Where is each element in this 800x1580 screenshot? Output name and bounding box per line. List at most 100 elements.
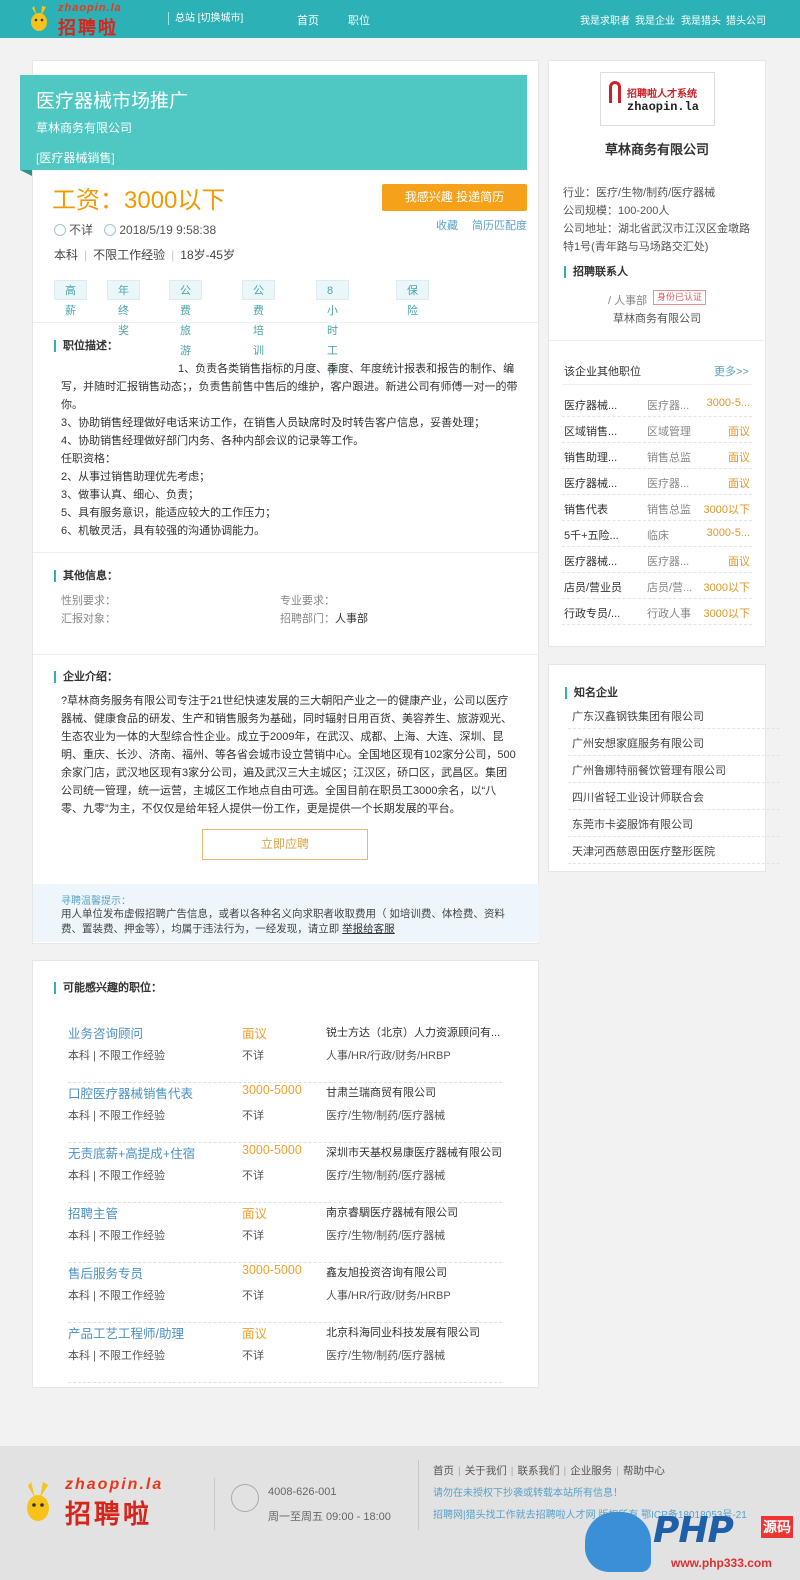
famous-company-link[interactable]: 广东汉鑫钢铁集团有限公司 bbox=[568, 702, 780, 729]
job-description: 1、负责各类销售指标的月度、季度、年度统计报表和报告的制作、编写，并随时汇报销售… bbox=[61, 360, 521, 540]
related-job-title[interactable]: 售后服务专员 bbox=[68, 1263, 143, 1282]
other-job-category: 医疗器... bbox=[647, 556, 690, 568]
other-job-row[interactable]: 销售助理... 销售总监 面议 bbox=[562, 443, 752, 469]
other-job-row[interactable]: 医疗器械... 医疗器... 面议 bbox=[562, 547, 752, 573]
other-job-salary: 3000以下 bbox=[703, 504, 750, 516]
verified-badge: 身份已认证 bbox=[653, 290, 707, 305]
other-job-title[interactable]: 医疗器械... bbox=[564, 553, 617, 569]
related-job-row[interactable]: 口腔医疗器械销售代表 3000-5000 甘肃兰瑞商贸有限公司 本科 | 不限工… bbox=[68, 1083, 502, 1143]
related-job-company[interactable]: 甘肃兰瑞商贸有限公司 bbox=[326, 1084, 502, 1100]
related-job-company[interactable]: 锐士方达（北京）人力资源顾问有... bbox=[326, 1024, 502, 1040]
related-job-requirements: 本科 | 不限工作经验 bbox=[68, 1230, 165, 1242]
link-headhunter-company[interactable]: 猎头公司 bbox=[726, 12, 766, 27]
famous-company-link[interactable]: 广州安想家庭服务有限公司 bbox=[568, 729, 780, 756]
other-job-title[interactable]: 医疗器械... bbox=[564, 397, 617, 413]
link-jobseeker[interactable]: 我是求职者 bbox=[580, 12, 630, 27]
other-job-row[interactable]: 销售代表 销售总监 3000以下 bbox=[562, 495, 752, 521]
company-intro-heading: 企业介绍： bbox=[54, 671, 118, 683]
other-job-title[interactable]: 5千+五险... bbox=[564, 527, 619, 543]
related-job-industry: 医疗/生物/制药/医疗器械 bbox=[326, 1110, 446, 1122]
welfare-tag: 保险 bbox=[396, 280, 429, 317]
company-logo[interactable]: 招聘啦人才系统 zhaopin.la bbox=[600, 72, 715, 126]
related-job-salary: 3000-5000 bbox=[242, 1263, 302, 1277]
divider bbox=[549, 340, 765, 341]
description-line: 2、从事过销售助理优先考虑； bbox=[61, 471, 211, 483]
link-headhunter[interactable]: 我是猎头 bbox=[681, 12, 721, 27]
other-job-row[interactable]: 店员/营业员 店员/营... 3000以下 bbox=[562, 573, 752, 599]
related-job-title[interactable]: 口腔医疗器械销售代表 bbox=[68, 1083, 193, 1102]
related-job-title[interactable]: 无责底薪+高提成+住宿 bbox=[68, 1143, 195, 1162]
other-job-title[interactable]: 店员/营业员 bbox=[564, 579, 622, 595]
related-job-location: 不详 bbox=[242, 1350, 264, 1362]
footer-link-service[interactable]: 企业服务 bbox=[570, 1465, 612, 1477]
footer-hours: 周一至周五 09:00 - 18:00 bbox=[268, 1511, 391, 1523]
footer-link-help[interactable]: 帮助中心 bbox=[623, 1465, 665, 1477]
related-job-industry: 医疗/生物/制药/医疗器械 bbox=[326, 1350, 446, 1362]
footer-link-home[interactable]: 首页 bbox=[433, 1465, 454, 1477]
related-job-row[interactable]: 售后服务专员 3000-5000 鑫友旭投资咨询有限公司 本科 | 不限工作经验… bbox=[68, 1263, 502, 1323]
related-job-location: 不详 bbox=[242, 1050, 264, 1062]
description-line: 3、做事认真、细心、负责； bbox=[61, 489, 200, 501]
famous-company-link[interactable]: 广州鲁娜特丽餐饮管理有限公司 bbox=[568, 756, 780, 783]
famous-companies-heading: 知名企业 bbox=[565, 687, 618, 699]
report-link[interactable]: 举报给客服 bbox=[342, 923, 395, 935]
other-job-row[interactable]: 医疗器械... 医疗器... 3000-5... bbox=[562, 391, 752, 417]
other-job-row[interactable]: 医疗器械... 医疗器... 面议 bbox=[562, 469, 752, 495]
related-job-title[interactable]: 产品工艺工程师/助理 bbox=[68, 1323, 184, 1342]
job-experience: 不限工作经验 bbox=[93, 248, 166, 262]
rabbit-logo-icon bbox=[27, 1482, 49, 1521]
other-job-row[interactable]: 5千+五险... 临床 3000-5... bbox=[562, 521, 752, 547]
favorite-link[interactable]: 收藏 bbox=[436, 217, 458, 233]
link-employer[interactable]: 我是企业 bbox=[635, 12, 675, 27]
php333-watermark: PHP 源码 www.php333.com bbox=[585, 1508, 800, 1580]
footer-link-contact[interactable]: 联系我们 bbox=[517, 1465, 559, 1477]
apply-button[interactable]: 我感兴趣 投递简历 bbox=[382, 184, 527, 211]
famous-company-link[interactable]: 四川省轻工业设计师联合会 bbox=[568, 783, 780, 810]
footer-logo[interactable]: zhaopin.la 招聘啦 bbox=[23, 1476, 203, 1529]
recruit-tip: 寻聘温馨提示： 用人单位发布虚假招聘广告信息，或者以各种名义向求职者收取费用（ … bbox=[33, 884, 539, 942]
company-address: 公司地址：湖北省武汉市江汉区金墩路特1号(青年路与马场路交汇处) bbox=[563, 223, 750, 253]
related-job-requirements: 本科 | 不限工作经验 bbox=[68, 1170, 165, 1182]
related-job-row[interactable]: 产品工艺工程师/助理 面议 北京科海同业科技发展有限公司 本科 | 不限工作经验… bbox=[68, 1323, 502, 1383]
job-title: 医疗器械市场推广 bbox=[36, 91, 189, 112]
other-job-title[interactable]: 销售助理... bbox=[564, 449, 617, 465]
footer-link-about[interactable]: 关于我们 bbox=[465, 1465, 507, 1477]
related-job-salary: 面议 bbox=[242, 1327, 268, 1341]
footer-logo-url: zhaopin.la bbox=[65, 1476, 164, 1493]
description-line: 任职资格： bbox=[61, 453, 116, 465]
site-logo[interactable]: zhaopin.la 招聘啦 bbox=[28, 2, 154, 38]
job-company[interactable]: 草林商务有限公司 bbox=[36, 119, 132, 136]
job-salary: 工资：3000以下 bbox=[52, 187, 226, 214]
related-job-company[interactable]: 南京睿騆医疗器械有限公司 bbox=[326, 1204, 502, 1220]
nav-jobs[interactable]: 职位 bbox=[348, 12, 370, 28]
other-job-title[interactable]: 区域销售... bbox=[564, 423, 617, 439]
company-industry: 行业：医疗/生物/制药/医疗器械 bbox=[563, 187, 716, 199]
other-job-title[interactable]: 医疗器械... bbox=[564, 475, 617, 491]
related-job-company[interactable]: 深圳市天基权易康医疗器械有限公司 bbox=[326, 1144, 502, 1160]
resume-match-link[interactable]: 简历匹配度 bbox=[472, 217, 527, 233]
related-job-title[interactable]: 业务咨询顾问 bbox=[68, 1023, 143, 1042]
related-job-company[interactable]: 北京科海同业科技发展有限公司 bbox=[326, 1324, 502, 1340]
company-name[interactable]: 草林商务有限公司 bbox=[548, 139, 766, 158]
more-link[interactable]: 更多>> bbox=[714, 363, 749, 379]
tip-body: 用人单位发布虚假招聘广告信息，或者以各种名义向求职者收取费用（ 如培训费、体检费… bbox=[61, 908, 505, 935]
other-job-title[interactable]: 行政专员/... bbox=[564, 605, 620, 621]
apply-now-button[interactable]: 立即应聘 bbox=[202, 829, 368, 860]
related-job-row[interactable]: 业务咨询顾问 面议 锐士方达（北京）人力资源顾问有... 本科 | 不限工作经验… bbox=[68, 1023, 502, 1083]
other-job-row[interactable]: 行政专员/... 行政人事 3000以下 bbox=[562, 599, 752, 625]
nav-home[interactable]: 首页 bbox=[297, 12, 319, 28]
related-job-row[interactable]: 招聘主管 面议 南京睿騆医疗器械有限公司 本科 | 不限工作经验 不详 医疗/生… bbox=[68, 1203, 502, 1263]
job-posted: 2018/5/19 9:58:38 bbox=[119, 223, 217, 237]
related-job-title[interactable]: 招聘主管 bbox=[68, 1203, 118, 1222]
description-line: 4、协助销售经理做好部门内务、各种内部会议的记录等工作。 bbox=[61, 435, 365, 447]
related-job-company[interactable]: 鑫友旭投资咨询有限公司 bbox=[326, 1264, 502, 1280]
related-job-salary: 面议 bbox=[242, 1207, 268, 1221]
city-switch[interactable]: 总站 [切换城市] bbox=[168, 12, 243, 25]
footer-divider bbox=[214, 1478, 215, 1530]
related-job-row[interactable]: 无责底薪+高提成+住宿 3000-5000 深圳市天基权易康医疗器械有限公司 本… bbox=[68, 1143, 502, 1203]
description-line: 1、负责各类销售指标的月度、季度、年度统计报表和报告的制作、编写，并随时汇报销售… bbox=[61, 363, 518, 411]
other-job-title[interactable]: 销售代表 bbox=[564, 501, 608, 517]
famous-company-link[interactable]: 东莞市卡姿服饰有限公司 bbox=[568, 810, 780, 837]
famous-company-link[interactable]: 天津河西慈恩田医疗整形医院 bbox=[568, 837, 780, 864]
other-job-row[interactable]: 区域销售... 区域管理 面议 bbox=[562, 417, 752, 443]
